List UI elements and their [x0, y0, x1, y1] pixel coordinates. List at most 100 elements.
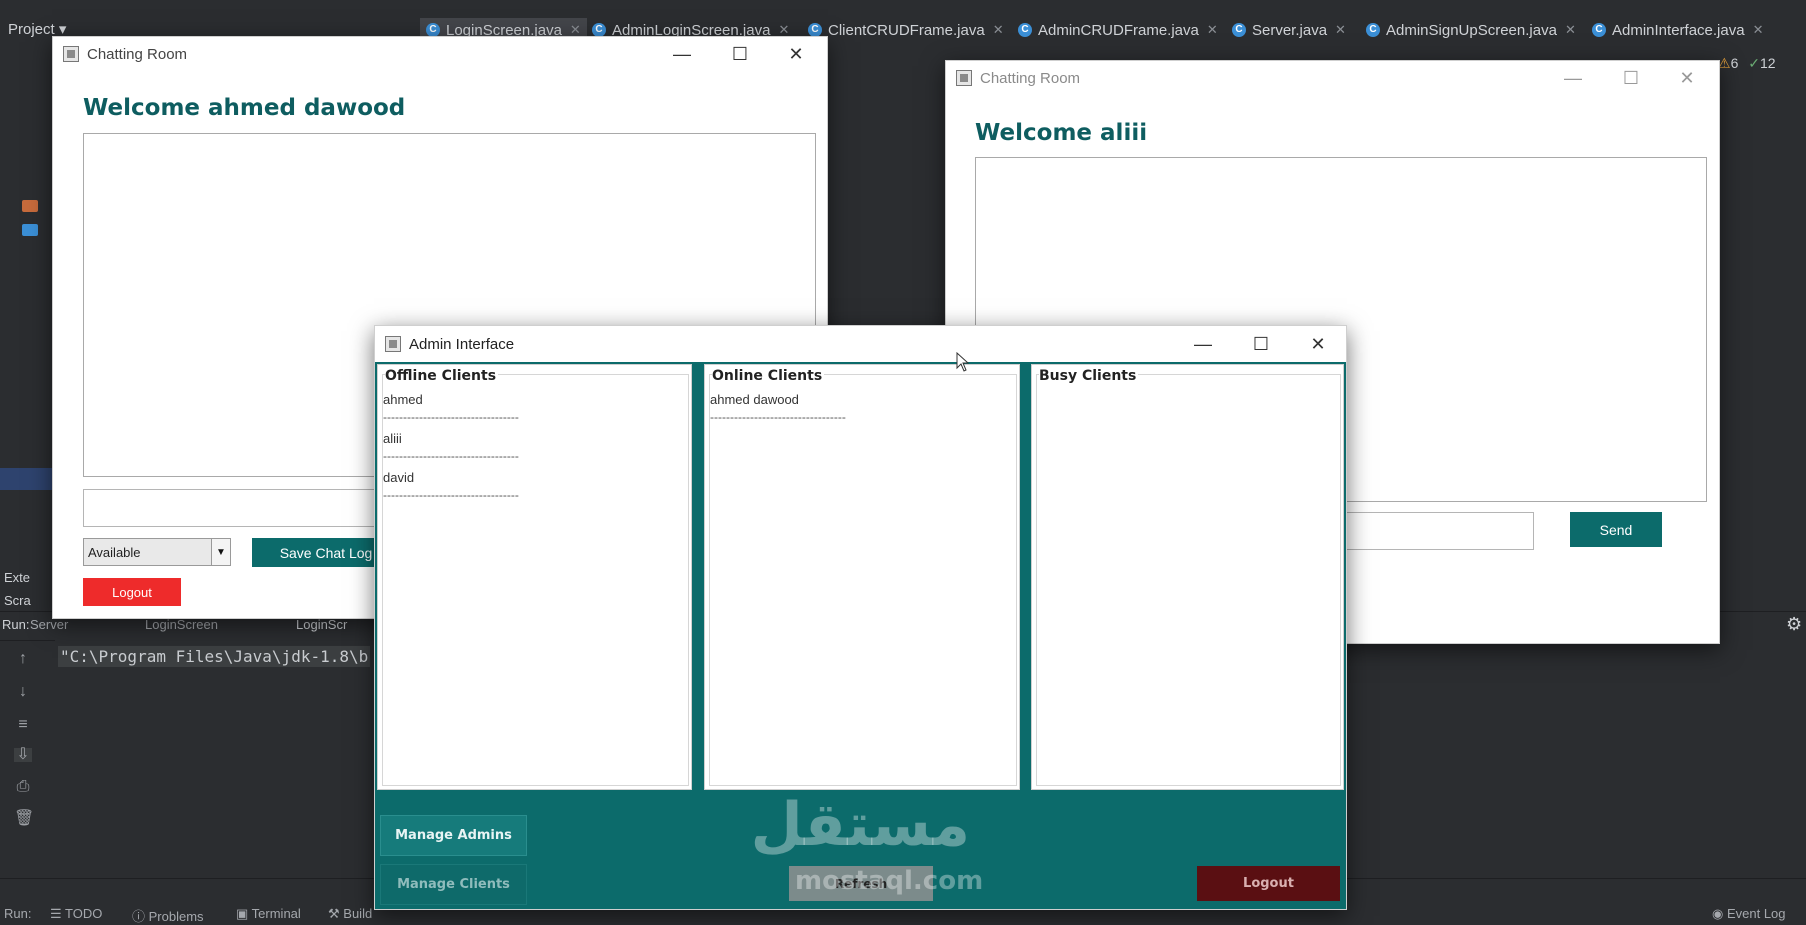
logout-button[interactable]: Logout	[1197, 866, 1340, 901]
class-icon: C	[1018, 23, 1032, 37]
bottom-tab-terminal[interactable]: ▣ Terminal	[236, 906, 301, 922]
bottom-tab-label: Build	[343, 906, 373, 921]
bottom-tab-problems[interactable]: ⓘ Problems	[132, 906, 204, 925]
title-bar[interactable]: Admin Interface — ☐ ✕	[375, 326, 1346, 362]
list-separator: ----------------------------------	[383, 488, 519, 502]
minimize-icon[interactable]: —	[1548, 61, 1598, 95]
project-label-text: Project	[8, 21, 55, 38]
panel-title: Busy Clients	[1039, 368, 1139, 384]
list-item[interactable]: ahmed	[383, 392, 423, 407]
panel-title: Online Clients	[712, 368, 825, 384]
welcome-heading: Welcome ahmed dawood	[83, 95, 406, 121]
run-tab-label: Server	[30, 617, 69, 632]
scroll-to-end-icon[interactable]: ⇩	[14, 747, 32, 763]
event-log-icon: ◉	[1712, 906, 1727, 921]
window-title: Chatting Room	[980, 69, 1081, 87]
terminal-icon: ▣	[236, 906, 252, 921]
class-icon: C	[1366, 23, 1380, 37]
minimize-icon[interactable]: —	[657, 37, 707, 71]
bottom-tab-label: Problems	[148, 909, 204, 924]
minimize-icon[interactable]: —	[1178, 326, 1228, 362]
inspection-widget[interactable]: ⚠6 ✓12	[1718, 55, 1776, 72]
tab-admin-crud-frame[interactable]: C AdminCRUDFrame.java ✕	[1018, 18, 1218, 42]
title-bar[interactable]: Chatting Room — ☐ ✕	[53, 37, 827, 71]
side-label-scratches[interactable]: Scra	[4, 593, 31, 608]
bottom-tab-label: TODO	[65, 906, 103, 921]
selected-row-highlight	[0, 468, 55, 490]
window-title: Chatting Room	[87, 45, 188, 63]
close-icon[interactable]: ✕	[1753, 22, 1764, 38]
side-label-external[interactable]: Exte	[4, 570, 30, 585]
close-icon[interactable]: ✕	[1662, 61, 1712, 95]
up-arrow-icon[interactable]: ↑	[14, 651, 32, 667]
panel-border	[709, 374, 1017, 786]
close-icon[interactable]: ✕	[1207, 22, 1218, 38]
bottom-run-label[interactable]: Run:	[4, 906, 31, 921]
maximize-icon[interactable]: ☐	[1606, 61, 1656, 95]
run-tab-server[interactable]: Server	[30, 617, 68, 632]
send-button[interactable]: Send	[1570, 512, 1662, 547]
run-tab-login-screen-2[interactable]: LoginScr	[296, 617, 347, 632]
print-icon[interactable]: ⎙	[14, 779, 32, 795]
class-icon: C	[808, 23, 822, 37]
tab-label: Server.java	[1252, 21, 1328, 39]
warnings-count: 6	[1730, 55, 1739, 71]
chevron-down-icon[interactable]: ▼	[211, 539, 230, 565]
bottom-tab-todo[interactable]: ☰ TODO	[50, 906, 102, 922]
status-dropdown[interactable]: Available ▼	[83, 538, 231, 566]
list-item[interactable]: david	[383, 470, 414, 485]
tab-label: AdminCRUDFrame.java	[1038, 21, 1199, 39]
tab-admin-interface[interactable]: C AdminInterface.java ✕	[1592, 18, 1763, 42]
class-icon: C	[1232, 23, 1246, 37]
list-separator: ----------------------------------	[383, 449, 519, 463]
settings-gear-icon[interactable]: ⚙	[1786, 614, 1802, 635]
soft-wrap-icon[interactable]: ≡	[14, 717, 32, 733]
list-icon: ☰	[50, 906, 66, 921]
watermark-arabic: مستقل	[750, 790, 970, 860]
close-icon[interactable]: ✕	[993, 22, 1004, 38]
maximize-icon[interactable]: ☐	[715, 37, 765, 71]
panel-title: Offline Clients	[385, 368, 499, 384]
manage-admins-button[interactable]: Manage Admins	[380, 815, 527, 856]
event-log-tab[interactable]: ◉ Event Log	[1712, 906, 1786, 922]
run-tab-label: LoginScr	[296, 617, 348, 632]
java-app-icon	[956, 70, 972, 86]
offline-clients-panel: Offline Clients ahmed ------------------…	[377, 364, 692, 790]
bottom-tab-build[interactable]: ⚒ Build	[328, 906, 372, 922]
bottom-run-text: Run:	[4, 906, 32, 921]
close-icon[interactable]: ✕	[1335, 22, 1346, 38]
tab-label: ClientCRUDFrame.java	[828, 21, 985, 39]
close-icon[interactable]: ✕	[1293, 326, 1343, 362]
tab-label: AdminInterface.java	[1612, 21, 1745, 39]
tab-label: AdminSignUpScreen.java	[1386, 21, 1557, 39]
tab-client-crud-frame[interactable]: C ClientCRUDFrame.java ✕	[808, 18, 1004, 42]
side-label-text: Exte	[4, 570, 31, 585]
title-bar[interactable]: Chatting Room — ☐ ✕	[946, 61, 1719, 95]
info-icon: ⓘ	[132, 909, 149, 924]
side-label-text: Scra	[4, 593, 31, 608]
close-icon[interactable]: ✕	[1565, 22, 1576, 38]
maximize-icon[interactable]: ☐	[1236, 326, 1286, 362]
tab-server[interactable]: C Server.java ✕	[1232, 18, 1346, 42]
manage-clients-button[interactable]: Manage Clients	[380, 864, 527, 905]
class-icon: C	[426, 23, 440, 37]
welcome-heading: Welcome aliii	[975, 120, 1148, 146]
online-clients-panel: Online Clients ahmed dawood ------------…	[704, 364, 1020, 790]
list-item[interactable]: ahmed dawood	[710, 392, 799, 407]
tab-admin-signup-screen[interactable]: C AdminSignUpScreen.java ✕	[1366, 18, 1576, 42]
checks-count: 12	[1759, 55, 1776, 71]
folder-icon	[22, 200, 38, 212]
panel-border	[1036, 374, 1341, 786]
class-icon: C	[1592, 23, 1606, 37]
busy-clients-panel: Busy Clients	[1031, 364, 1344, 790]
close-icon[interactable]: ✕	[771, 37, 821, 71]
logout-button[interactable]: Logout	[83, 578, 181, 606]
run-tab-login-screen[interactable]: LoginScreen	[145, 617, 218, 632]
down-arrow-icon[interactable]: ↓	[14, 684, 32, 700]
admin-interface-window: Admin Interface — ☐ ✕ Offline Clients ah…	[374, 325, 1347, 910]
list-item[interactable]: aliii	[383, 431, 402, 446]
check-icon: ✓	[1748, 55, 1760, 71]
mouse-cursor-icon	[956, 351, 970, 377]
trash-icon[interactable]: 🗑	[14, 811, 34, 827]
class-icon: C	[592, 23, 606, 37]
